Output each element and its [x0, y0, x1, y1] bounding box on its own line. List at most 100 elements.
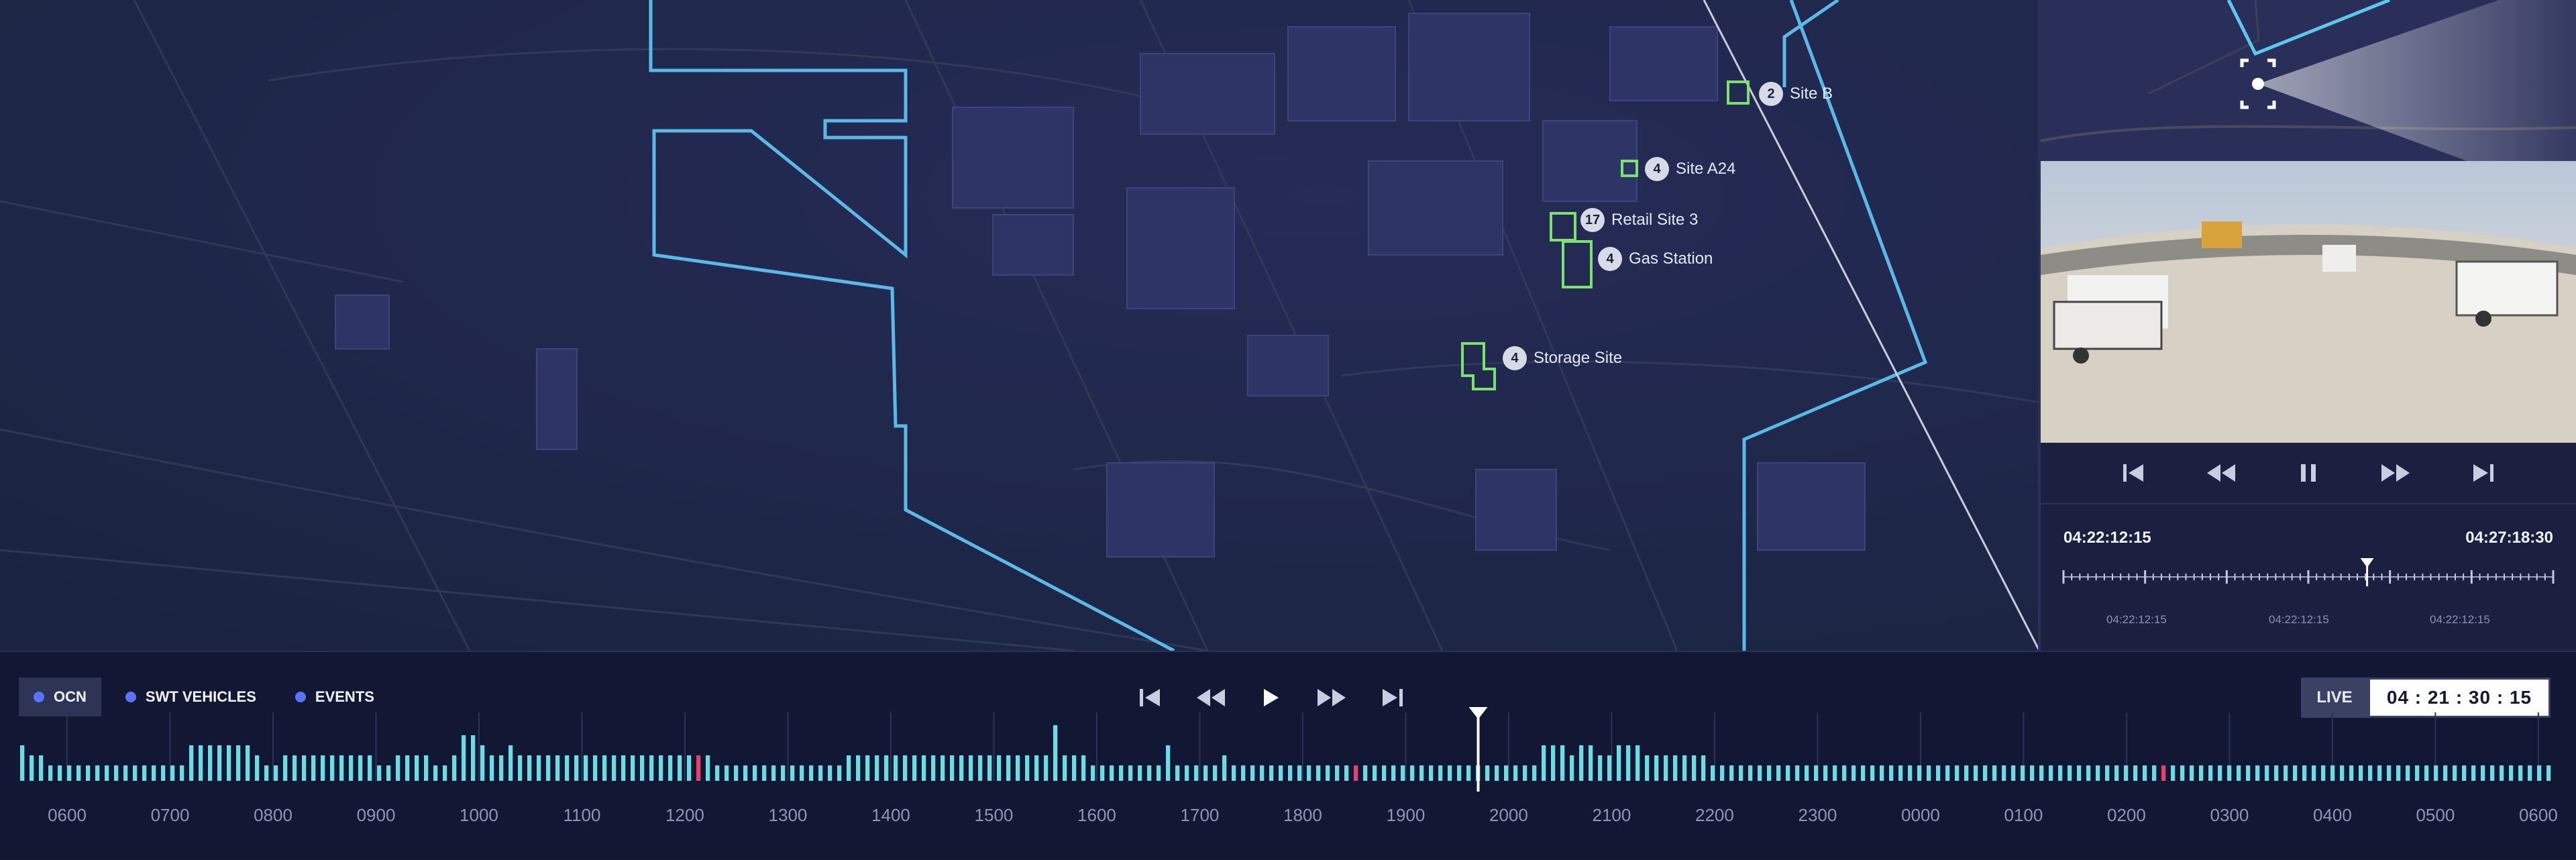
skip-back-button[interactable] [2104, 453, 2164, 493]
activity-bar [2077, 765, 2082, 781]
activity-bar [1410, 765, 1415, 781]
activity-bar [2255, 765, 2260, 781]
activity-bar [358, 755, 363, 781]
activity-bar [1579, 745, 1584, 781]
activity-timeline[interactable]: 0600 0700 0800 0900 1000 1100 1200 1300 1400 1500… [0, 706, 2576, 860]
activity-bar [1560, 745, 1565, 781]
activity-bar [264, 765, 269, 781]
activity-bar [2537, 765, 2542, 781]
activity-bar [2377, 765, 2382, 781]
site-label-gas-station[interactable]: 4 Gas Station [1598, 247, 1713, 271]
activity-bar [2509, 765, 2514, 781]
legend-label: EVENTS [315, 688, 374, 705]
activity-bar [724, 765, 729, 781]
playhead-handle-icon[interactable] [1468, 707, 1488, 719]
hour-tick-label: 1200 [665, 805, 704, 825]
activity-bar [734, 765, 739, 781]
activity-bar [1598, 755, 1603, 781]
activity-bar [405, 755, 410, 781]
activity-bar [1025, 755, 1030, 781]
activity-bar [1635, 745, 1640, 781]
camera-scrubber[interactable] [2041, 557, 2576, 597]
activity-bar [2462, 765, 2467, 781]
fast-forward-button[interactable] [2365, 453, 2426, 493]
activity-bar [1297, 765, 1302, 781]
activity-bar [2368, 765, 2373, 781]
activity-bar [649, 755, 654, 781]
activity-bar [997, 755, 1002, 781]
activity-bar [555, 755, 560, 781]
activity-bar [612, 755, 616, 781]
activity-bar [1100, 765, 1105, 781]
activity-bar [1645, 755, 1650, 781]
activity-bar [894, 755, 898, 781]
skip-forward-button[interactable] [2453, 453, 2513, 493]
map-canvas [0, 0, 2039, 651]
activity-bar [1429, 765, 1434, 781]
activity-bar [1166, 745, 1171, 781]
activity-bar [133, 765, 138, 781]
camera-feed[interactable] [2041, 161, 2576, 443]
rewind-button[interactable] [2191, 453, 2251, 493]
activity-bar [1175, 765, 1180, 781]
site-name: Gas Station [1629, 250, 1713, 268]
activity-bar [1063, 755, 1067, 781]
activity-bar [1589, 745, 1593, 781]
pause-button[interactable] [2278, 453, 2339, 493]
map-view[interactable]: 2 Site B 4 Site A24 17 Retail Site 3 4 G… [0, 0, 2039, 651]
activity-bar [1006, 755, 1011, 781]
activity-bar [443, 765, 447, 781]
activity-bar [1974, 765, 1978, 781]
activity-bar [452, 755, 457, 781]
activity-bar [1081, 755, 1086, 781]
activity-bar [621, 755, 626, 781]
activity-bar [631, 755, 635, 781]
site-count-badge: 2 [1759, 82, 1783, 106]
hour-tick-label: 0300 [2210, 805, 2249, 825]
activity-bar [1194, 765, 1199, 781]
activity-bar [30, 755, 34, 781]
site-label-site-a24[interactable]: 4 Site A24 [1645, 157, 1735, 181]
activity-bar [2500, 765, 2504, 781]
hour-tick-label: 1400 [871, 805, 910, 825]
layer-dot-icon [125, 692, 136, 702]
activity-bar [969, 755, 973, 781]
activity-bar [386, 765, 391, 781]
activity-bar [781, 765, 786, 781]
activity-bar [1344, 765, 1349, 781]
activity-bar [2030, 765, 2035, 781]
activity-bar [1363, 765, 1368, 781]
scrubber-tick-label: 04:22:12:15 [2269, 613, 2329, 626]
site-label-retail-site-3[interactable]: 17 Retail Site 3 [1580, 208, 1698, 232]
activity-bar [1607, 755, 1612, 781]
activity-bar [828, 765, 833, 781]
activity-bar [1438, 765, 1443, 781]
hour-tick-label: 0100 [2004, 805, 2043, 825]
activity-bar [809, 765, 814, 781]
activity-bar [1795, 765, 1800, 781]
activity-bar [189, 745, 194, 781]
activity-bar [2490, 765, 2495, 781]
activity-bar [2002, 765, 2006, 781]
activity-bar [1673, 755, 1678, 781]
site-label-site-b[interactable]: 2 Site B [1759, 82, 1833, 106]
activity-bar [593, 755, 598, 781]
activity-bar [2546, 765, 2551, 781]
activity-bar [2190, 765, 2194, 781]
camera-panel: 04:22:12:15 04:27:18:30 04:22:12:15 04:2… [2041, 0, 2576, 651]
activity-bar [1072, 755, 1077, 781]
hour-tick-label: 0200 [2107, 805, 2146, 825]
activity-bar [668, 755, 673, 781]
site-label-storage-site[interactable]: 4 Storage Site [1503, 346, 1622, 370]
activity-bar [292, 755, 297, 781]
activity-bar [2208, 765, 2213, 781]
activity-bar [2284, 765, 2288, 781]
activity-bar [771, 765, 776, 781]
activity-bar [1861, 765, 1866, 781]
camera-minimap[interactable] [2041, 0, 2576, 161]
activity-bar [1269, 765, 1274, 781]
activity-bar [1880, 765, 1884, 781]
activity-bar [2096, 765, 2100, 781]
scrubber-handle-icon[interactable] [2360, 558, 2374, 568]
site-count-badge: 4 [1503, 346, 1527, 370]
